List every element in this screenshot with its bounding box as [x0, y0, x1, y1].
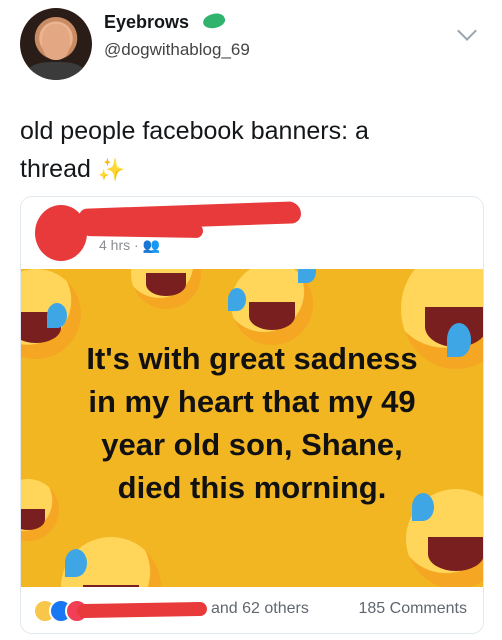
- banner-line: It's with great sadness: [86, 341, 418, 376]
- laughing-emoji-icon: [131, 269, 201, 309]
- comments-count[interactable]: 185 Comments: [359, 600, 468, 618]
- avatar-face: [42, 24, 70, 60]
- banner-line: year old son, Shane,: [101, 427, 403, 462]
- banner-line: in my heart that my 49: [88, 384, 416, 419]
- author-handle[interactable]: @dogwithablog_69: [104, 40, 250, 60]
- facebook-banner: It's with great sadness in my heart that…: [21, 269, 483, 587]
- chevron-down-icon[interactable]: [457, 21, 477, 41]
- post-timestamp-text: 4 hrs ·: [99, 237, 143, 253]
- facebook-post-header: 4 hrs · 👥: [21, 197, 483, 269]
- reactions-count[interactable]: and 62 others: [211, 600, 309, 618]
- avatar[interactable]: [20, 8, 92, 80]
- embedded-facebook-post[interactable]: 4 hrs · 👥 It's with great sadness in my …: [20, 196, 484, 634]
- sparkles-icon: ✨: [97, 157, 126, 182]
- tweet-header: Eyebrows @dogwithablog_69: [0, 0, 502, 90]
- post-timestamp: 4 hrs · 👥: [99, 237, 160, 254]
- laughing-emoji-icon: [227, 269, 317, 345]
- tweet-text: old people facebook banners: a thread ✨: [20, 112, 482, 189]
- friends-audience-icon: 👥: [142, 237, 161, 253]
- banner-message: It's with great sadness in my heart that…: [21, 337, 483, 509]
- author-name[interactable]: Eyebrows: [104, 12, 189, 33]
- verified-badge-icon: [201, 11, 227, 31]
- tweet-text-line-2-word: thread: [20, 155, 91, 183]
- tweet-text-line-2: thread ✨: [20, 150, 482, 189]
- redacted-name-scribble: [82, 221, 204, 239]
- tweet-text-line-1: old people facebook banners: a: [20, 117, 369, 145]
- laughing-emoji-icon: [61, 537, 161, 587]
- banner-line: died this morning.: [117, 470, 387, 505]
- redacted-reactor-names: [76, 601, 208, 619]
- reactions-bar: and 62 others 185 Comments: [21, 587, 483, 633]
- avatar-shirt: [26, 62, 86, 80]
